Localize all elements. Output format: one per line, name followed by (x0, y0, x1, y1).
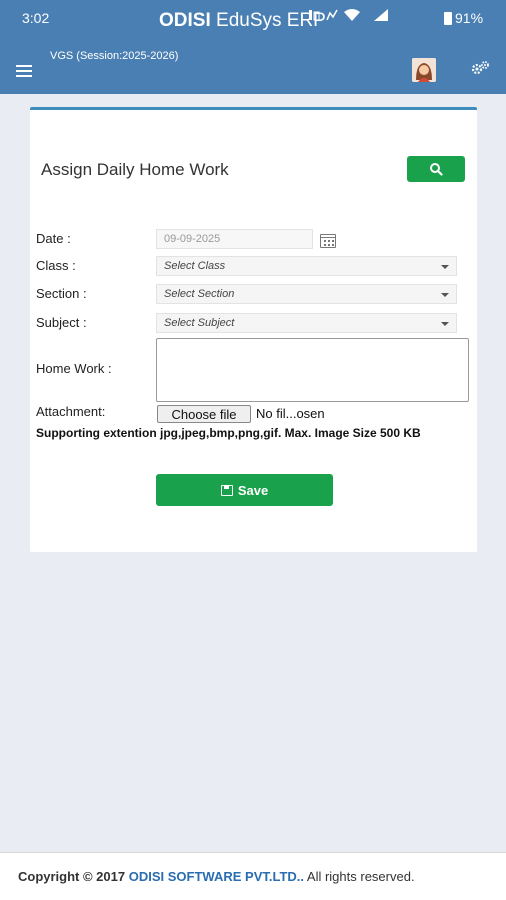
battery-icon (444, 11, 452, 25)
hamburger-icon[interactable] (16, 65, 32, 77)
app-title: ODISI EduSys ERP (159, 10, 326, 32)
save-button[interactable]: Save (156, 474, 333, 506)
class-select-value: Select Class (164, 260, 226, 272)
attachment-label: Attachment: (36, 404, 106, 419)
section-select-value: Select Section (164, 288, 235, 300)
choose-file-button[interactable]: Choose file (157, 405, 251, 423)
rights-text: All rights reserved. (306, 869, 415, 884)
cell-signal-icon (374, 9, 388, 21)
section-label: Section : (36, 286, 87, 301)
chevron-down-icon (441, 322, 449, 326)
subject-label: Subject : (36, 315, 87, 330)
floppy-disk-icon (220, 484, 233, 496)
session-label: VGS (Session:2025-2026) (50, 50, 179, 62)
company-name: ODISI SOFTWARE PVT.LTD.. (128, 869, 304, 884)
chevron-down-icon (441, 293, 449, 297)
calendar-icon[interactable] (320, 234, 336, 248)
homework-card: Assign Daily Home Work Date : 09-09-2025… (30, 107, 477, 552)
homework-label: Home Work : (36, 361, 112, 376)
page-title: Assign Daily Home Work (41, 160, 229, 179)
search-button[interactable] (407, 156, 465, 182)
chevron-down-icon (441, 265, 449, 269)
section-select[interactable]: Select Section (156, 284, 457, 304)
app-header: 3:02 ODISI EduSys ERP 91% VGS (Session:2… (0, 0, 506, 94)
status-time: 3:02 (22, 10, 50, 26)
support-note: Supporting extention jpg,jpeg,bmp,png,gi… (36, 426, 421, 440)
date-input[interactable]: 09-09-2025 (156, 229, 313, 249)
homework-textarea[interactable] (156, 338, 469, 402)
date-label: Date : (36, 231, 71, 246)
search-icon (430, 163, 443, 176)
data-icon (326, 9, 338, 21)
app-brand: ODISI (159, 10, 211, 31)
signal-icon (309, 10, 320, 21)
status-icons (308, 9, 388, 21)
subject-select-value: Select Subject (164, 317, 235, 329)
avatar[interactable] (412, 58, 436, 82)
wifi-icon (344, 9, 360, 21)
subject-select[interactable]: Select Subject (156, 313, 457, 333)
battery-percent: 91% (455, 10, 484, 26)
class-select[interactable]: Select Class (156, 256, 457, 276)
gears-icon[interactable] (470, 60, 490, 76)
battery-status: 91% (444, 10, 483, 26)
class-label: Class : (36, 258, 76, 273)
copyright-text: Copyright © 2017 (18, 869, 126, 884)
footer: Copyright © 2017 ODISI SOFTWARE PVT.LTD.… (0, 852, 506, 900)
save-label: Save (237, 482, 269, 498)
file-name: No fil...osen (256, 406, 325, 421)
